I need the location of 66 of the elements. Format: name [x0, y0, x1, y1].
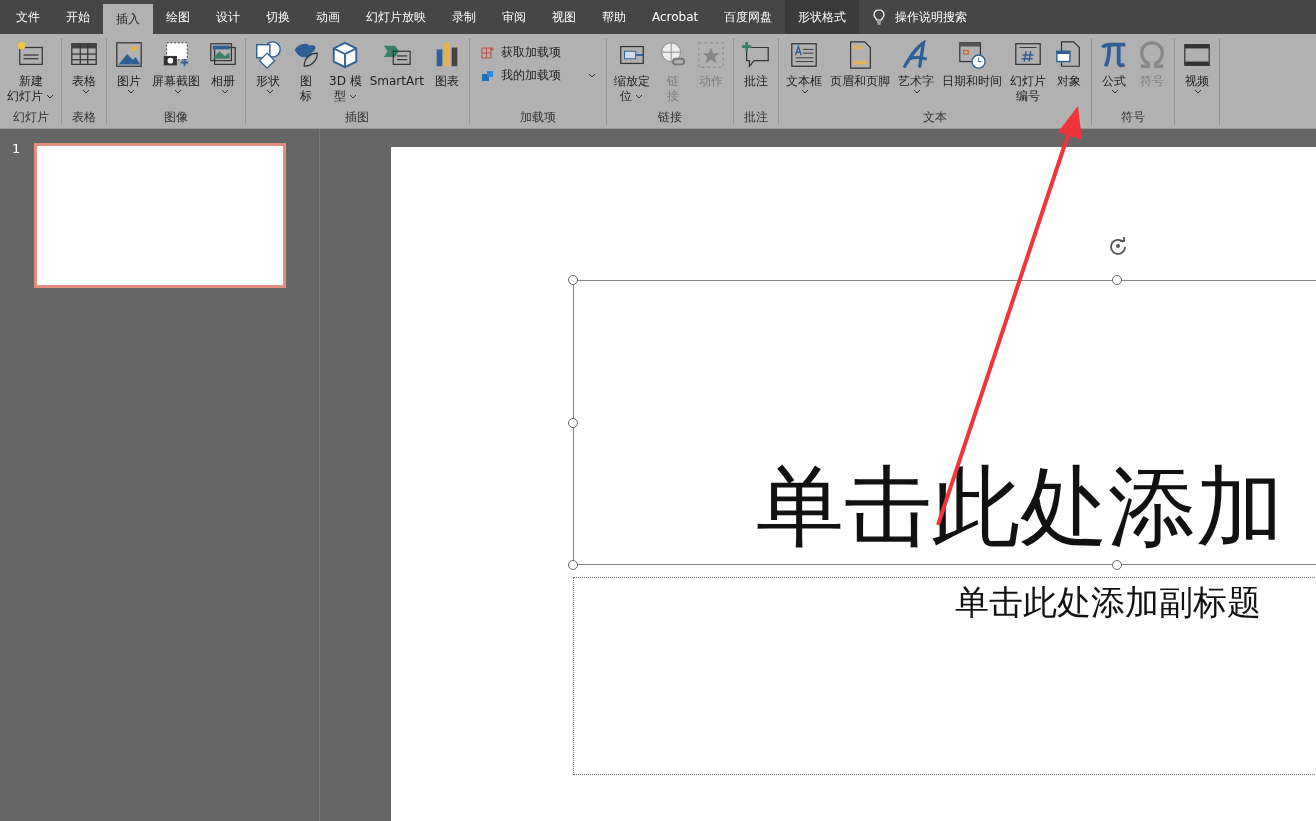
ribbon-tab[interactable]: 绘图	[153, 0, 203, 34]
calendar-clock-icon	[956, 40, 987, 70]
subtitle-text: 单击此处添加副标题	[954, 581, 1262, 624]
ribbon-button[interactable]: 图 标	[288, 38, 324, 109]
ribbon-button[interactable]: 新建 幻灯片	[4, 38, 57, 109]
ribbon-button[interactable]: 页眉和页脚	[826, 38, 893, 109]
ribbon-tab[interactable]: 形状格式	[785, 0, 860, 34]
textbox-icon	[788, 40, 819, 70]
title-text: 单击此处添加	[755, 459, 1284, 561]
shapes-icon	[253, 40, 283, 70]
ribbon-button[interactable]: 视频	[1178, 38, 1215, 125]
slide-number: 1	[12, 141, 21, 156]
ribbon-button[interactable]: 屏幕截图	[149, 38, 203, 109]
ribbon-button[interactable]: 对象	[1050, 38, 1087, 109]
resize-handle[interactable]	[568, 275, 578, 285]
ribbon-button[interactable]: 图片	[111, 38, 147, 109]
resize-handle[interactable]	[1112, 560, 1122, 570]
ribbon-button[interactable]: 图表	[428, 38, 465, 109]
ribbon-button[interactable]: 我的加载项	[479, 67, 596, 84]
group-label: 加载项	[518, 109, 557, 125]
ribbon-button[interactable]: 文本框	[782, 38, 825, 109]
ribbon-tab[interactable]: 视图	[539, 0, 589, 34]
ribbon-tab[interactable]: 开始	[53, 0, 103, 34]
rotate-handle-icon[interactable]	[1108, 236, 1128, 256]
ribbon-tab[interactable]: 切换	[253, 0, 303, 34]
group-label: 符号	[1119, 109, 1146, 125]
ribbon-tab[interactable]: 百度网盘	[711, 0, 786, 34]
ribbon-button[interactable]: 艺术字	[894, 38, 937, 109]
ribbon-tab[interactable]: 帮助	[589, 0, 639, 34]
comment-icon	[740, 40, 771, 70]
ribbon-tab[interactable]: 文件	[3, 0, 53, 34]
ribbon-button[interactable]: 公式	[1095, 38, 1132, 109]
lightbulb-icon	[873, 9, 886, 25]
ribbon-button[interactable]: 日期和时间	[938, 38, 1005, 109]
picture-icon	[114, 40, 144, 70]
resize-handle[interactable]	[568, 560, 578, 570]
group-label: 图像	[163, 109, 189, 125]
ribbon-button[interactable]: 表格	[66, 38, 102, 109]
ribbon-button[interactable]: 相册	[205, 38, 241, 109]
title-placeholder[interactable]: 单击此处添加	[573, 280, 1316, 565]
group-label: 幻灯片	[11, 109, 50, 125]
ribbon-tab[interactable]: 审阅	[489, 0, 539, 34]
grid-plus-icon	[479, 44, 496, 61]
group-label: 文本	[921, 109, 948, 125]
ribbon-button[interactable]: 形状	[250, 38, 286, 109]
group-label: 链接	[656, 109, 683, 125]
ribbon-tab[interactable]: 录制	[439, 0, 489, 34]
ribbon-button[interactable]: 3D 模 型	[326, 38, 365, 109]
ribbon-button[interactable]: 缩放定 位	[610, 38, 653, 109]
ribbon-tab[interactable]: Acrobat	[639, 0, 712, 34]
group-label: 插图	[344, 109, 371, 125]
ribbon-tab[interactable]: 插入	[103, 4, 153, 34]
slide-thumbnail[interactable]	[34, 143, 287, 288]
group-label: 表格	[71, 109, 97, 125]
group-label: 批注	[742, 109, 769, 125]
ribbon-button[interactable]: SmartArt	[366, 38, 427, 109]
resize-handle[interactable]	[568, 418, 578, 428]
ribbon-tab[interactable]: 动画	[303, 0, 353, 34]
ribbon-button[interactable]: 批注	[737, 38, 774, 109]
ribbon-button[interactable]: 获取加载项	[479, 44, 596, 61]
subtitle-placeholder[interactable]: 单击此处添加副标题	[573, 577, 1316, 775]
ribbon-tab[interactable]: 设计	[203, 0, 253, 34]
ribbon-tab[interactable]: 幻灯片放映	[353, 0, 439, 34]
ribbon-button[interactable]: 幻灯片 编号	[1006, 38, 1049, 109]
resize-handle[interactable]	[1112, 275, 1122, 285]
tell-me-search[interactable]: 操作说明搜索	[895, 8, 968, 26]
